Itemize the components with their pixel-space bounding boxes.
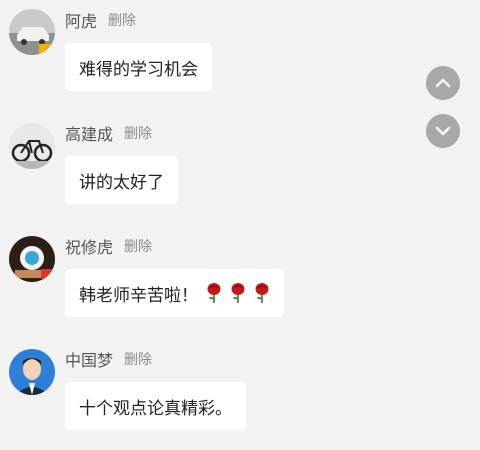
message-text: 难得的学习机会 (79, 59, 198, 80)
message-text: 讲的太好了 (79, 172, 164, 193)
message-bubble: 讲的太好了 (65, 156, 178, 204)
scroll-up-button[interactable] (426, 66, 460, 100)
name-row: 阿虎 删除 (65, 8, 136, 32)
message-bubble: 韩老师辛苦啦！ (65, 269, 284, 317)
message-text: 十个观点论真精彩。 (79, 398, 232, 419)
chevron-down-icon (435, 123, 451, 139)
scroll-down-button[interactable] (426, 114, 460, 148)
user-name[interactable]: 高建成 (65, 121, 113, 145)
user-name[interactable]: 中国梦 (65, 347, 113, 371)
delete-button[interactable]: 删除 (124, 349, 152, 369)
user-name[interactable]: 阿虎 (65, 8, 97, 32)
name-row: 中国梦 删除 (65, 347, 152, 371)
avatar[interactable] (9, 9, 55, 55)
message-bubble: 十个观点论真精彩。 (65, 382, 246, 430)
name-row: 祝修虎 删除 (65, 234, 152, 258)
user-name[interactable]: 祝修虎 (65, 234, 113, 258)
message-bubble: 难得的学习机会 (65, 43, 212, 91)
rose-icon (254, 282, 270, 304)
delete-button[interactable]: 删除 (124, 123, 152, 143)
delete-button[interactable]: 删除 (108, 10, 136, 30)
rose-icon (230, 282, 246, 304)
rose-icon (206, 282, 222, 304)
avatar[interactable] (9, 123, 55, 169)
chevron-up-icon (435, 75, 451, 91)
avatar[interactable] (9, 349, 55, 395)
delete-button[interactable]: 删除 (124, 236, 152, 256)
message-text: 韩老师辛苦啦！ (79, 285, 198, 306)
avatar[interactable] (9, 236, 55, 282)
name-row: 高建成 删除 (65, 121, 152, 145)
